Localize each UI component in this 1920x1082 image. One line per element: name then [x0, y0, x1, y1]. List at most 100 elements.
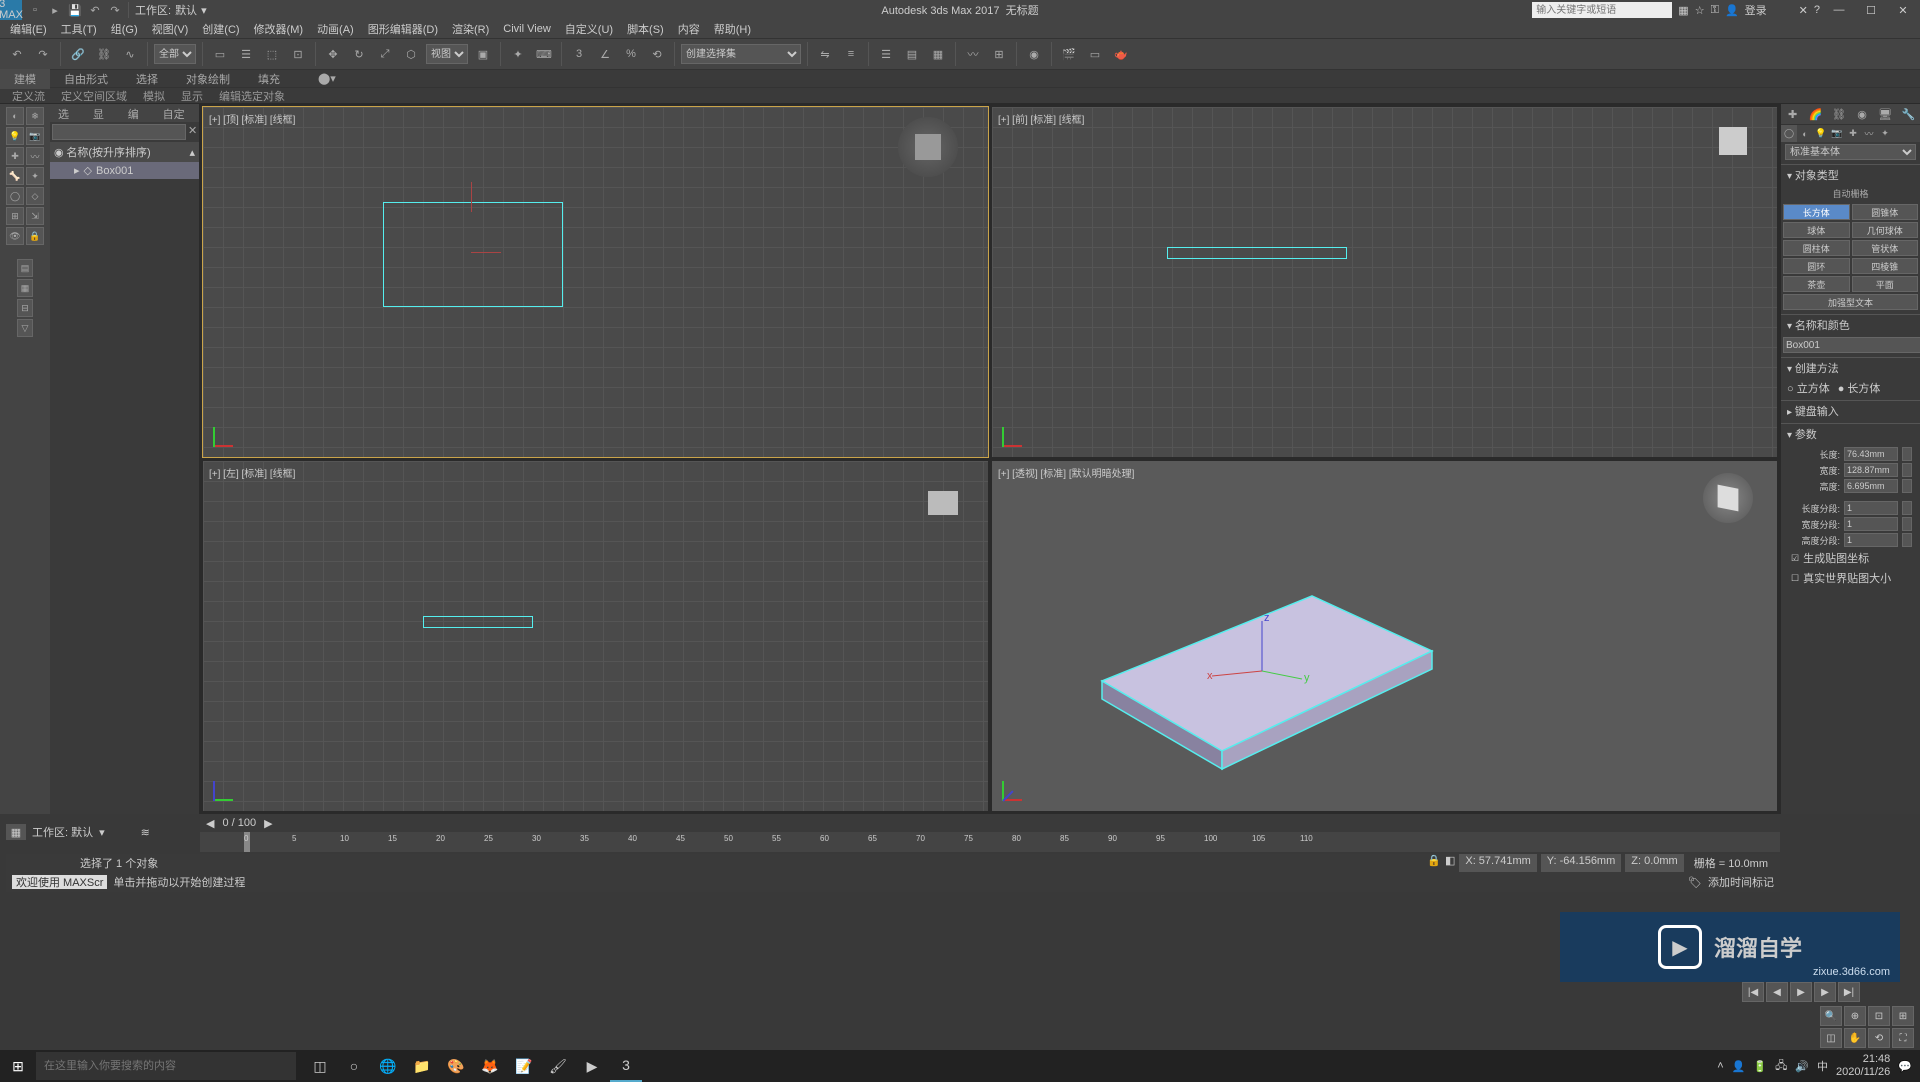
- ribbon-tab-objectpaint[interactable]: 对象绘制: [172, 69, 244, 89]
- xref-icon[interactable]: ⇲: [26, 207, 44, 225]
- subtab-region[interactable]: 定义空间区域: [53, 87, 135, 105]
- toggle-ribbon-button[interactable]: ▦: [927, 43, 949, 65]
- scene-explorer-button[interactable]: ▤: [901, 43, 923, 65]
- window-crossing-button[interactable]: ⊡: [287, 43, 309, 65]
- open-icon[interactable]: ▸: [48, 3, 62, 17]
- named-selection-set[interactable]: 创建选择集: [681, 44, 801, 64]
- ribbon-tab-modeling[interactable]: 建模: [0, 69, 50, 89]
- select-button[interactable]: ▭: [209, 43, 231, 65]
- genmap-checkbox[interactable]: ☑ 生成贴图坐标: [1785, 548, 1916, 568]
- shapes-subtab-icon[interactable]: ◐: [1797, 125, 1813, 142]
- toggle-freeze-icon[interactable]: ❄: [26, 107, 44, 125]
- angle-snap-button[interactable]: ∠: [594, 43, 616, 65]
- menu-create[interactable]: 创建(C): [196, 19, 245, 39]
- keyboard-shortcut-button[interactable]: ⌨: [533, 43, 555, 65]
- hidden-icon[interactable]: 👁: [6, 227, 24, 245]
- geosphere-button[interactable]: 几何球体: [1852, 222, 1919, 238]
- geometry-subtab-icon[interactable]: ◯: [1781, 125, 1797, 142]
- viewport-front[interactable]: [+] [前] [标准] [线框]: [991, 106, 1778, 458]
- manipulate-button[interactable]: ✦: [507, 43, 529, 65]
- maximize-viewport-button[interactable]: ⛶: [1892, 1028, 1914, 1048]
- menu-customize[interactable]: 自定义(U): [559, 19, 619, 39]
- box-button[interactable]: 长方体: [1783, 204, 1850, 220]
- exchange-icon[interactable]: ✕: [1799, 4, 1808, 17]
- schematic-button[interactable]: ⊞: [988, 43, 1010, 65]
- bone-icon[interactable]: 🦴: [6, 167, 24, 185]
- orbit-button[interactable]: ⟲: [1868, 1028, 1890, 1048]
- rollout-header-params[interactable]: ▾ 参数: [1781, 424, 1920, 444]
- utilities-tab-icon[interactable]: 🔧: [1897, 104, 1920, 124]
- select-name-button[interactable]: ☰: [235, 43, 257, 65]
- subtab-editsel[interactable]: 编辑选定对象: [211, 87, 293, 105]
- minimize-button[interactable]: —: [1826, 0, 1852, 20]
- help-search-input[interactable]: [1532, 2, 1672, 18]
- viewport-perspective[interactable]: [+] [透视] [标准] [默认明暗处理] z x y: [991, 460, 1778, 812]
- explorer-icon[interactable]: 📁: [406, 1050, 438, 1082]
- zoom-all-button[interactable]: ⊕: [1844, 1006, 1866, 1026]
- layers-icon[interactable]: ≋: [141, 826, 150, 839]
- start-button[interactable]: ⊞: [0, 1050, 36, 1082]
- menu-edit[interactable]: 编辑(E): [4, 19, 53, 39]
- rotate-button[interactable]: ↻: [348, 43, 370, 65]
- mirror-button[interactable]: ⇋: [814, 43, 836, 65]
- time-tag-icon[interactable]: 🏷: [1688, 876, 1702, 889]
- heightsegs-spinner[interactable]: [1902, 533, 1912, 547]
- explorer-filter-input[interactable]: [52, 124, 186, 140]
- realworld-checkbox[interactable]: ☐ 真实世界贴图大小: [1785, 568, 1916, 588]
- menu-animation[interactable]: 动画(A): [311, 19, 360, 39]
- ribbon-toggle-icon[interactable]: ⬤▾: [304, 70, 350, 87]
- help-icon[interactable]: ?: [1814, 4, 1820, 16]
- selection-filter[interactable]: 全部: [154, 44, 196, 64]
- viewport-left[interactable]: [+] [左] [标准] [线框]: [202, 460, 989, 812]
- modify-tab-icon[interactable]: 🌈: [1804, 104, 1827, 124]
- viewcube-front[interactable]: [1719, 127, 1747, 155]
- placement-button[interactable]: ⬡: [400, 43, 422, 65]
- widthsegs-input[interactable]: [1844, 517, 1898, 531]
- torus-button[interactable]: 圆环: [1783, 258, 1850, 274]
- viewport-persp-label[interactable]: [+] [透视] [标准] [默认明暗处理]: [998, 465, 1134, 480]
- cameras-subtab-icon[interactable]: 📷: [1829, 125, 1845, 142]
- object-name-input[interactable]: [1783, 337, 1920, 353]
- subtab-display[interactable]: 显示: [173, 87, 211, 105]
- frozen-icon[interactable]: 🔒: [26, 227, 44, 245]
- explorer-tab-custom[interactable]: 自定义: [155, 104, 199, 122]
- next-frame-button[interactable]: ▶: [1814, 982, 1836, 1002]
- tray-chevron-icon[interactable]: ˄: [1717, 1060, 1723, 1072]
- lights-subtab-icon[interactable]: 💡: [1813, 125, 1829, 142]
- heightsegs-input[interactable]: [1844, 533, 1898, 547]
- systems-subtab-icon[interactable]: ✦: [1877, 125, 1893, 142]
- length-spinner[interactable]: [1902, 447, 1912, 461]
- 3dsmax-taskbar-icon[interactable]: 3: [610, 1050, 642, 1082]
- helpers-subtab-icon[interactable]: ✚: [1845, 125, 1861, 142]
- render-frame-button[interactable]: ▭: [1084, 43, 1106, 65]
- curve-editor-button[interactable]: 〰: [962, 43, 984, 65]
- infocenter-icon[interactable]: ▦: [1678, 4, 1688, 17]
- helper-icon[interactable]: ✚: [6, 147, 24, 165]
- subtab-flow[interactable]: 定义流: [4, 87, 53, 105]
- spinner-snap-button[interactable]: ⟲: [646, 43, 668, 65]
- zoom-extents-all-button[interactable]: ⊞: [1892, 1006, 1914, 1026]
- viewcube-top[interactable]: [898, 117, 958, 177]
- viewport-top-label[interactable]: [+] [顶] [标准] [线框]: [209, 111, 295, 126]
- app-icon-3[interactable]: 🖌: [542, 1050, 574, 1082]
- width-input[interactable]: [1844, 463, 1898, 477]
- snap-button[interactable]: 3: [568, 43, 590, 65]
- ref-coords[interactable]: 视图: [426, 44, 468, 64]
- explorer-tab-select[interactable]: 选择: [50, 104, 85, 122]
- goto-end-button[interactable]: ▶|: [1838, 982, 1860, 1002]
- textplus-button[interactable]: 加强型文本: [1783, 294, 1918, 310]
- viewcube-left[interactable]: [928, 491, 958, 515]
- ribbon-tab-populate[interactable]: 填充: [244, 69, 294, 89]
- cube-radio[interactable]: ○ 立方体: [1787, 380, 1830, 396]
- add-time-tag[interactable]: 添加时间标记: [1708, 874, 1774, 890]
- key-icon[interactable]: ⚿: [1711, 4, 1719, 17]
- height-input[interactable]: [1844, 479, 1898, 493]
- percent-snap-button[interactable]: %: [620, 43, 642, 65]
- workspace-dropdown-icon[interactable]: ▾: [99, 826, 105, 839]
- rollout-header-objtype[interactable]: ▾ 对象类型: [1781, 165, 1920, 185]
- workspace-selector[interactable]: 工作区: 默认 ▾: [128, 2, 213, 18]
- menu-tools[interactable]: 工具(T): [55, 19, 103, 39]
- task-view-icon[interactable]: ◫: [304, 1050, 336, 1082]
- taskbar-search-input[interactable]: [36, 1052, 296, 1080]
- notification-icon[interactable]: 💬: [1898, 1060, 1912, 1073]
